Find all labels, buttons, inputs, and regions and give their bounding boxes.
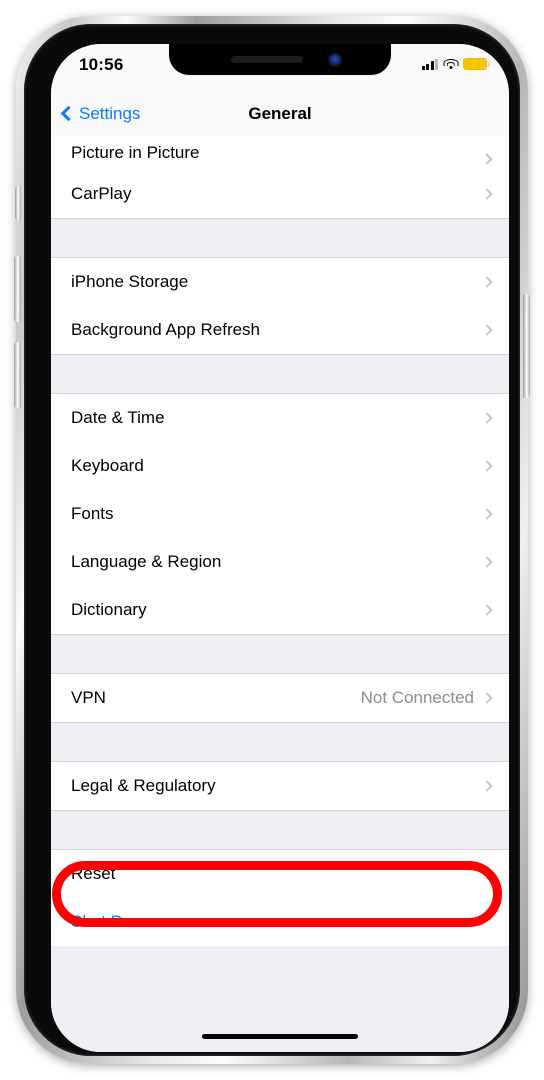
- settings-row-vpn[interactable]: VPN Not Connected: [51, 674, 509, 722]
- chevron-right-icon: [481, 868, 493, 880]
- cellular-signal-icon: [421, 58, 438, 70]
- status-bar-indicators: ⚡: [421, 58, 490, 70]
- iphone-screen: 10:56 ⚡ Settings General Picture in Pict…: [51, 44, 509, 1052]
- row-label: Fonts: [71, 504, 114, 523]
- volume-up-button[interactable]: [14, 256, 21, 322]
- settings-row-background-app-refresh[interactable]: Background App Refresh: [51, 306, 509, 354]
- row-label: Legal & Regulatory: [71, 776, 216, 795]
- front-camera-icon: [329, 54, 341, 66]
- section-divider: [51, 722, 509, 762]
- vpn-status-value: Not Connected: [360, 688, 474, 707]
- section-divider: [51, 634, 509, 674]
- chevron-right-icon: [481, 188, 493, 200]
- settings-group-vpn: VPN Not Connected: [51, 674, 509, 722]
- settings-row-legal-regulatory[interactable]: Legal & Regulatory: [51, 762, 509, 810]
- settings-group-storage: iPhone Storage Background App Refresh: [51, 258, 509, 354]
- row-label: Dictionary: [71, 600, 147, 619]
- row-label: iPhone Storage: [71, 272, 189, 291]
- iphone-device-frame: 10:56 ⚡ Settings General Picture in Pict…: [14, 16, 530, 1064]
- earpiece-speaker-icon: [231, 56, 303, 63]
- settings-group-media: Picture in Picture CarPlay: [51, 136, 509, 218]
- settings-row-shut-down[interactable]: Shut Down: [51, 898, 509, 946]
- lightning-bolt-icon: ⚡: [469, 58, 482, 70]
- home-indicator[interactable]: [202, 1034, 358, 1039]
- settings-list[interactable]: Picture in Picture CarPlay iPhone Storag…: [51, 136, 509, 1052]
- settings-group-legal: Legal & Regulatory: [51, 762, 509, 810]
- row-label: Language & Region: [71, 552, 222, 571]
- chevron-right-icon: [481, 460, 493, 472]
- navigation-bar: Settings General: [51, 92, 509, 136]
- settings-row-date-time[interactable]: Date & Time: [51, 394, 509, 442]
- chevron-right-icon: [481, 153, 493, 165]
- battery-charging-icon: ⚡: [463, 58, 490, 70]
- row-label: Date & Time: [71, 408, 165, 427]
- settings-row-carplay[interactable]: CarPlay: [51, 170, 509, 218]
- row-label: VPN: [71, 688, 106, 707]
- row-label: Picture in Picture: [71, 143, 200, 162]
- chevron-right-icon: [481, 276, 493, 288]
- row-label: Reset: [71, 864, 116, 883]
- settings-group-reset: Reset Shut Down: [51, 850, 509, 946]
- chevron-right-icon: [481, 604, 493, 616]
- page-title: General: [248, 104, 312, 123]
- section-divider: [51, 810, 509, 850]
- section-divider: [51, 354, 509, 394]
- section-divider: [51, 218, 509, 258]
- screen-bezel: 10:56 ⚡ Settings General Picture in Pict…: [24, 24, 520, 1056]
- settings-row-language-region[interactable]: Language & Region: [51, 538, 509, 586]
- notch: [169, 44, 391, 75]
- row-label: Background App Refresh: [71, 320, 261, 339]
- chevron-right-icon: [481, 324, 493, 336]
- chevron-right-icon: [481, 508, 493, 520]
- settings-row-iphone-storage[interactable]: iPhone Storage: [51, 258, 509, 306]
- settings-row-dictionary[interactable]: Dictionary: [51, 586, 509, 634]
- power-button[interactable]: [523, 294, 530, 398]
- settings-row-keyboard[interactable]: Keyboard: [51, 442, 509, 490]
- status-bar-time: 10:56: [79, 55, 124, 74]
- row-label: Keyboard: [71, 456, 144, 475]
- row-label: Shut Down: [71, 912, 155, 931]
- mute-switch-button[interactable]: [15, 186, 21, 220]
- row-label: CarPlay: [71, 184, 132, 203]
- chevron-right-icon: [481, 692, 493, 704]
- settings-row-reset[interactable]: Reset: [51, 850, 509, 898]
- chevron-right-icon: [481, 556, 493, 568]
- settings-group-localization: Date & Time Keyboard Fonts Language & Re…: [51, 394, 509, 634]
- settings-row-fonts[interactable]: Fonts: [51, 490, 509, 538]
- settings-row-picture-in-picture[interactable]: Picture in Picture: [51, 136, 509, 170]
- volume-down-button[interactable]: [14, 342, 21, 408]
- chevron-right-icon: [481, 412, 493, 424]
- chevron-right-icon: [481, 780, 493, 792]
- wifi-icon: [443, 58, 458, 70]
